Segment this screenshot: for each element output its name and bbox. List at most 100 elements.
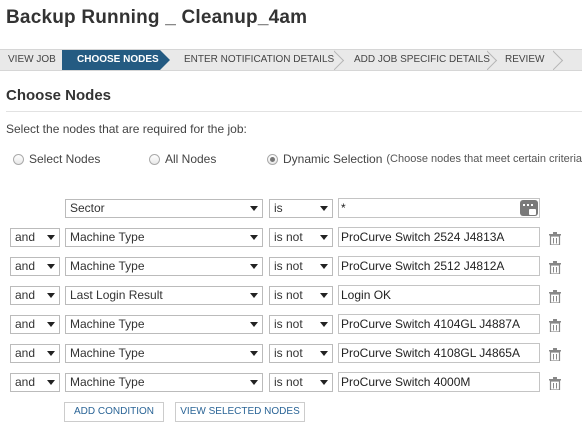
field-select[interactable]: Last Login Result <box>65 286 263 305</box>
radio-label: Dynamic Selection <box>283 152 383 166</box>
value-input[interactable]: ProCurve Switch 2524 J4813A <box>338 227 540 247</box>
radio-button[interactable] <box>13 153 24 165</box>
chevron-down-icon <box>250 293 258 298</box>
active-step-arrow <box>160 50 170 70</box>
chevron-down-icon <box>320 235 328 240</box>
radio-button-checked[interactable] <box>267 153 278 165</box>
page-title: Backup Running _ Cleanup_4am <box>6 7 308 28</box>
chevron-down-icon <box>320 206 328 211</box>
instruction-text: Select the nodes that are required for t… <box>6 122 247 136</box>
operator-select[interactable]: is not <box>269 257 333 276</box>
step-review[interactable]: REVIEW <box>505 50 544 70</box>
step-separator-chevron-icon <box>487 50 499 70</box>
value-input-text: * <box>341 201 346 215</box>
field-select[interactable]: Machine Type <box>65 315 263 334</box>
connector-select[interactable]: and <box>10 257 60 276</box>
chevron-down-icon <box>47 380 55 385</box>
add-condition-button[interactable]: ADD CONDITION <box>64 402 164 422</box>
trash-icon[interactable] <box>549 232 561 245</box>
field-select-value: Machine Type <box>70 375 145 389</box>
field-select[interactable]: Machine Type <box>65 257 263 276</box>
connector-select-value: and <box>15 259 36 273</box>
section-title: Choose Nodes <box>6 87 112 104</box>
divider <box>6 111 582 112</box>
operator-select-value: is not <box>274 288 303 302</box>
connector-select[interactable]: and <box>10 286 60 305</box>
value-input-text: ProCurve Switch 2512 J4812A <box>341 259 505 273</box>
connector-select-value: and <box>15 346 36 360</box>
trash-icon[interactable] <box>549 290 561 303</box>
chevron-down-icon <box>250 380 258 385</box>
chevron-down-icon <box>320 264 328 269</box>
radio-dynamic-selection[interactable]: Dynamic Selection (Choose nodes that mee… <box>267 152 582 166</box>
operator-select[interactable]: is not <box>269 373 333 392</box>
connector-select[interactable]: and <box>10 344 60 363</box>
value-input-text: ProCurve Switch 4104GL J4887A <box>341 317 520 331</box>
chevron-down-icon <box>320 322 328 327</box>
field-select[interactable]: Machine Type <box>65 228 263 247</box>
chevron-down-icon <box>250 351 258 356</box>
trash-icon[interactable] <box>549 348 561 361</box>
field-select-value: Sector <box>70 201 105 215</box>
field-select-value: Machine Type <box>70 259 145 273</box>
chevron-down-icon <box>47 293 55 298</box>
value-input[interactable]: Login OK <box>338 285 540 305</box>
view-selected-nodes-button[interactable]: VIEW SELECTED NODES <box>175 402 305 422</box>
chevron-down-icon <box>250 322 258 327</box>
value-input[interactable]: * <box>338 198 540 218</box>
connector-select[interactable]: and <box>10 228 60 247</box>
step-separator-chevron-icon <box>553 50 565 70</box>
operator-select-value: is <box>274 201 283 215</box>
chevron-down-icon <box>47 322 55 327</box>
operator-select-value: is not <box>274 375 303 389</box>
step-add-job-specific-details[interactable]: ADD JOB SPECIFIC DETAILS <box>354 50 490 70</box>
chevron-down-icon <box>47 351 55 356</box>
operator-select-value: is not <box>274 317 303 331</box>
trash-icon[interactable] <box>549 319 561 332</box>
step-enter-notification-details[interactable]: ENTER NOTIFICATION DETAILS <box>184 50 334 70</box>
radio-button[interactable] <box>149 153 160 165</box>
field-select[interactable]: Sector <box>65 199 263 218</box>
connector-select-value: and <box>15 375 36 389</box>
operator-select[interactable]: is not <box>269 315 333 334</box>
connector-select[interactable]: and <box>10 373 60 392</box>
field-select-value: Machine Type <box>70 230 145 244</box>
operator-select[interactable]: is not <box>269 344 333 363</box>
connector-select-value: and <box>15 288 36 302</box>
chevron-down-icon <box>320 351 328 356</box>
operator-select[interactable]: is <box>269 199 333 218</box>
step-view-job[interactable]: VIEW JOB <box>8 50 56 70</box>
value-input[interactable]: ProCurve Switch 4108GL J4865A <box>338 343 540 363</box>
field-select[interactable]: Machine Type <box>65 373 263 392</box>
dynamic-selection-hint: (Choose nodes that meet certain criteria… <box>386 153 582 165</box>
step-choose-nodes[interactable]: CHOOSE NODES <box>62 50 170 70</box>
radio-all-nodes[interactable]: All Nodes <box>149 152 216 166</box>
field-select-value: Last Login Result <box>70 288 163 302</box>
value-input-text: ProCurve Switch 2524 J4813A <box>341 230 505 244</box>
connector-select-value: and <box>15 317 36 331</box>
operator-select-value: is not <box>274 259 303 273</box>
value-input-text: ProCurve Switch 4000M <box>341 375 471 389</box>
connector-select[interactable]: and <box>10 315 60 334</box>
value-input[interactable]: ProCurve Switch 2512 J4812A <box>338 256 540 276</box>
field-select[interactable]: Machine Type <box>65 344 263 363</box>
operator-select[interactable]: is not <box>269 228 333 247</box>
step-choose-nodes-label: CHOOSE NODES <box>77 54 159 65</box>
radio-label: Select Nodes <box>29 152 101 166</box>
insert-variable-icon[interactable] <box>520 200 538 216</box>
field-select-value: Machine Type <box>70 346 145 360</box>
trash-icon[interactable] <box>549 261 561 274</box>
value-input[interactable]: ProCurve Switch 4000M <box>338 372 540 392</box>
wizard-steps: VIEW JOB CHOOSE NODES ENTER NOTIFICATION… <box>0 49 582 71</box>
radio-label: All Nodes <box>165 152 217 166</box>
trash-icon[interactable] <box>549 377 561 390</box>
value-input-text: Login OK <box>341 288 392 302</box>
chevron-down-icon <box>47 235 55 240</box>
value-input[interactable]: ProCurve Switch 4104GL J4887A <box>338 314 540 334</box>
connector-select-value: and <box>15 230 36 244</box>
chevron-down-icon <box>250 206 258 211</box>
field-select-value: Machine Type <box>70 317 145 331</box>
operator-select-value: is not <box>274 346 303 360</box>
radio-select-nodes[interactable]: Select Nodes <box>13 152 100 166</box>
operator-select[interactable]: is not <box>269 286 333 305</box>
